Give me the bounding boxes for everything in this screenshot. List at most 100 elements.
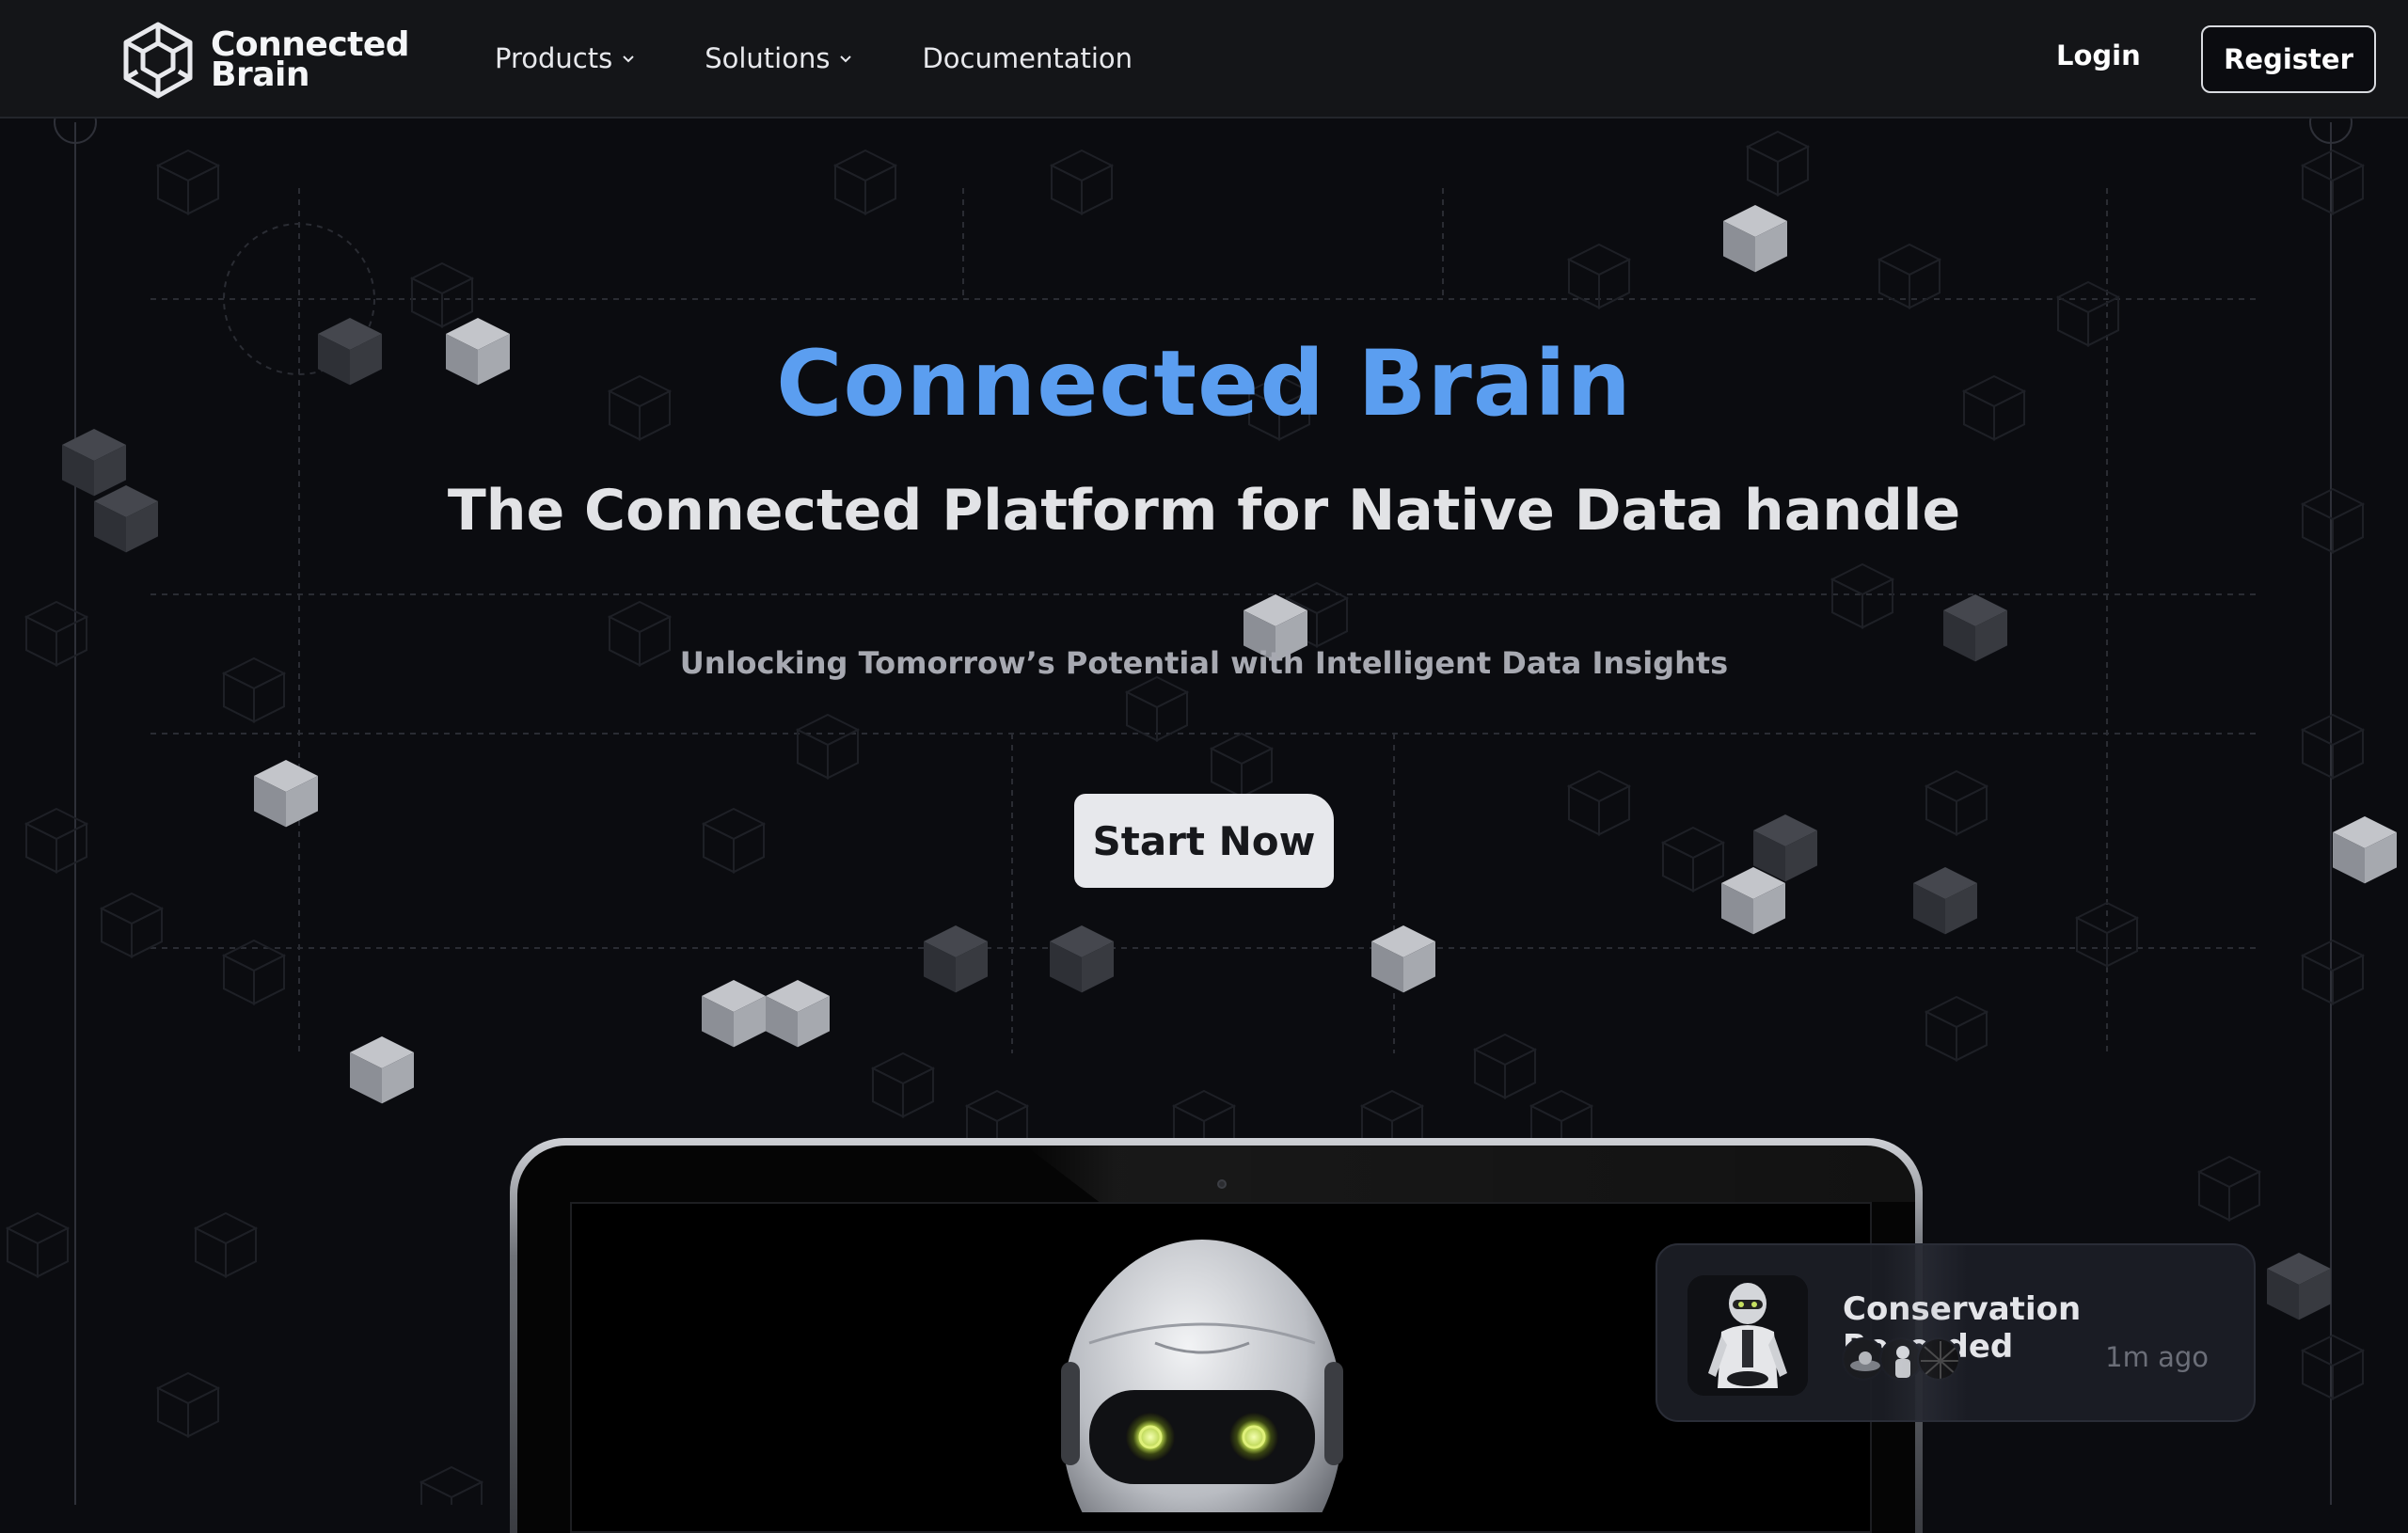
outline-cube-shape — [1660, 826, 1726, 860]
robot-figure-icon — [1687, 1275, 1808, 1396]
outline-cube-shape — [1316, 596, 1348, 648]
outline-cube-shape — [451, 1480, 483, 1505]
notification-time: 1m ago — [2105, 1341, 2209, 1373]
outline-cube-shape — [2302, 954, 2334, 1005]
outline-cube-shape — [1474, 1048, 1506, 1099]
outline-cube-shape — [7, 1226, 39, 1278]
outline-cube-shape — [2074, 901, 2140, 935]
outline-cube-shape — [1241, 747, 1273, 798]
outline-cube-shape — [24, 600, 89, 634]
outline-cube-shape — [701, 807, 767, 841]
outline-cube-shape — [24, 807, 89, 841]
screen-glare — [1025, 1146, 1915, 1202]
outline-cube-shape — [2302, 164, 2334, 215]
outline-cube-shape — [1124, 675, 1190, 709]
outline-cube-shape — [1049, 149, 1115, 182]
outline-cube-shape — [223, 954, 255, 1005]
top-navbar: Connected Brain Products Solutions Docum… — [0, 0, 2408, 119]
outline-cube-shape — [155, 149, 221, 182]
outline-cube-shape — [419, 1465, 484, 1499]
brand-name: Connected Brain — [211, 28, 410, 94]
outline-cube-shape — [221, 939, 287, 972]
outline-cube-shape — [99, 892, 165, 925]
outline-cube-shape — [1504, 1048, 1536, 1099]
nav-item-label: Documentation — [922, 42, 1133, 74]
outline-cube-shape — [2055, 280, 2121, 314]
hero-title: Connected Brain — [776, 331, 1632, 436]
outline-cube-shape — [703, 822, 735, 874]
outline-cube-shape — [131, 907, 163, 958]
outline-cube-shape — [1529, 1089, 1594, 1123]
register-button[interactable]: Register — [2201, 25, 2376, 93]
outline-cube-shape — [195, 1226, 227, 1278]
webcam-icon — [1217, 1179, 1227, 1189]
primary-nav: Products Solutions Documentation — [495, 0, 1200, 117]
outline-cube-shape — [5, 1211, 71, 1245]
outline-cube-shape — [1598, 258, 1630, 309]
outline-cube-shape — [1211, 747, 1243, 798]
outline-cube-shape — [1598, 784, 1630, 836]
outline-cube-shape — [1566, 769, 1632, 803]
hero-subtitle: The Connected Platform for Native Data h… — [447, 478, 1961, 544]
outline-cube-shape — [1909, 258, 1941, 309]
outline-cube-shape — [193, 1211, 259, 1245]
outline-cube-shape — [1472, 1033, 1538, 1067]
outline-cube-shape — [37, 1226, 69, 1278]
outline-cube-shape — [420, 1480, 452, 1505]
outline-cube-shape — [902, 1067, 934, 1118]
outline-cube-shape — [1051, 164, 1083, 215]
avatar-group — [1842, 1337, 1960, 1381]
notification-card[interactable]: Conservation Recorded 1m ago — [1656, 1243, 2256, 1422]
outline-cube-shape — [872, 1067, 904, 1118]
outline-cube-shape — [101, 907, 133, 958]
outline-cube-shape — [827, 728, 859, 780]
nav-item-documentation[interactable]: Documentation — [922, 42, 1133, 74]
outline-cube-shape — [1568, 784, 1600, 836]
outline-cube-shape — [1566, 243, 1632, 277]
outline-cube-shape — [2302, 728, 2334, 780]
outline-cube-shape — [2198, 1170, 2230, 1222]
chevron-down-icon — [840, 55, 852, 63]
hero-tagline: Unlocking Tomorrow’s Potential with Inte… — [679, 645, 1729, 681]
outline-cube-shape — [1956, 1010, 1988, 1062]
nav-item-products[interactable]: Products — [495, 42, 637, 74]
outline-cube-shape — [157, 164, 189, 215]
outline-cube-shape — [964, 1089, 1030, 1123]
login-link[interactable]: Login — [2056, 40, 2141, 71]
outline-cube-shape — [411, 277, 443, 328]
outline-cube-shape — [1877, 243, 1942, 277]
outline-cube-shape — [864, 164, 896, 215]
outline-cube-shape — [1209, 732, 1275, 766]
outline-cube-shape — [2228, 1170, 2260, 1222]
outline-cube-shape — [1359, 1089, 1425, 1123]
outline-cube-shape — [1831, 577, 1863, 629]
outline-cube-shape — [832, 149, 898, 182]
nav-item-label: Products — [495, 42, 613, 74]
outline-cube-shape — [607, 600, 673, 634]
outline-cube-shape — [1878, 258, 1910, 309]
outline-cube-shape — [441, 277, 473, 328]
outline-cube-shape — [2300, 1334, 2366, 1367]
outline-cube-shape — [155, 1371, 221, 1405]
outline-cube-shape — [870, 1051, 936, 1085]
avatar — [1879, 1337, 1923, 1381]
nav-item-solutions[interactable]: Solutions — [705, 42, 854, 74]
brand-name-line2: Brain — [211, 55, 309, 94]
outline-cube-shape — [2332, 164, 2364, 215]
outline-cube-shape — [1925, 1010, 1957, 1062]
connected-brain-logo-icon — [123, 22, 193, 99]
outline-cube-shape — [157, 1386, 189, 1438]
outline-cube-shape — [2076, 916, 2108, 968]
outline-cube-shape — [25, 822, 57, 874]
brand[interactable]: Connected Brain — [119, 21, 410, 100]
avatar — [1917, 1337, 1960, 1381]
outline-cube-shape — [187, 164, 219, 215]
outline-cube-shape — [253, 954, 285, 1005]
robot-head-image — [1061, 1240, 1343, 1512]
outline-cube-shape — [834, 164, 866, 215]
outline-cube-shape — [1924, 769, 1989, 803]
outline-cube-shape — [1747, 145, 1779, 197]
outline-cube-shape — [225, 1226, 257, 1278]
start-now-button[interactable]: Start Now — [1074, 794, 1334, 888]
outline-cube-shape — [1568, 258, 1600, 309]
